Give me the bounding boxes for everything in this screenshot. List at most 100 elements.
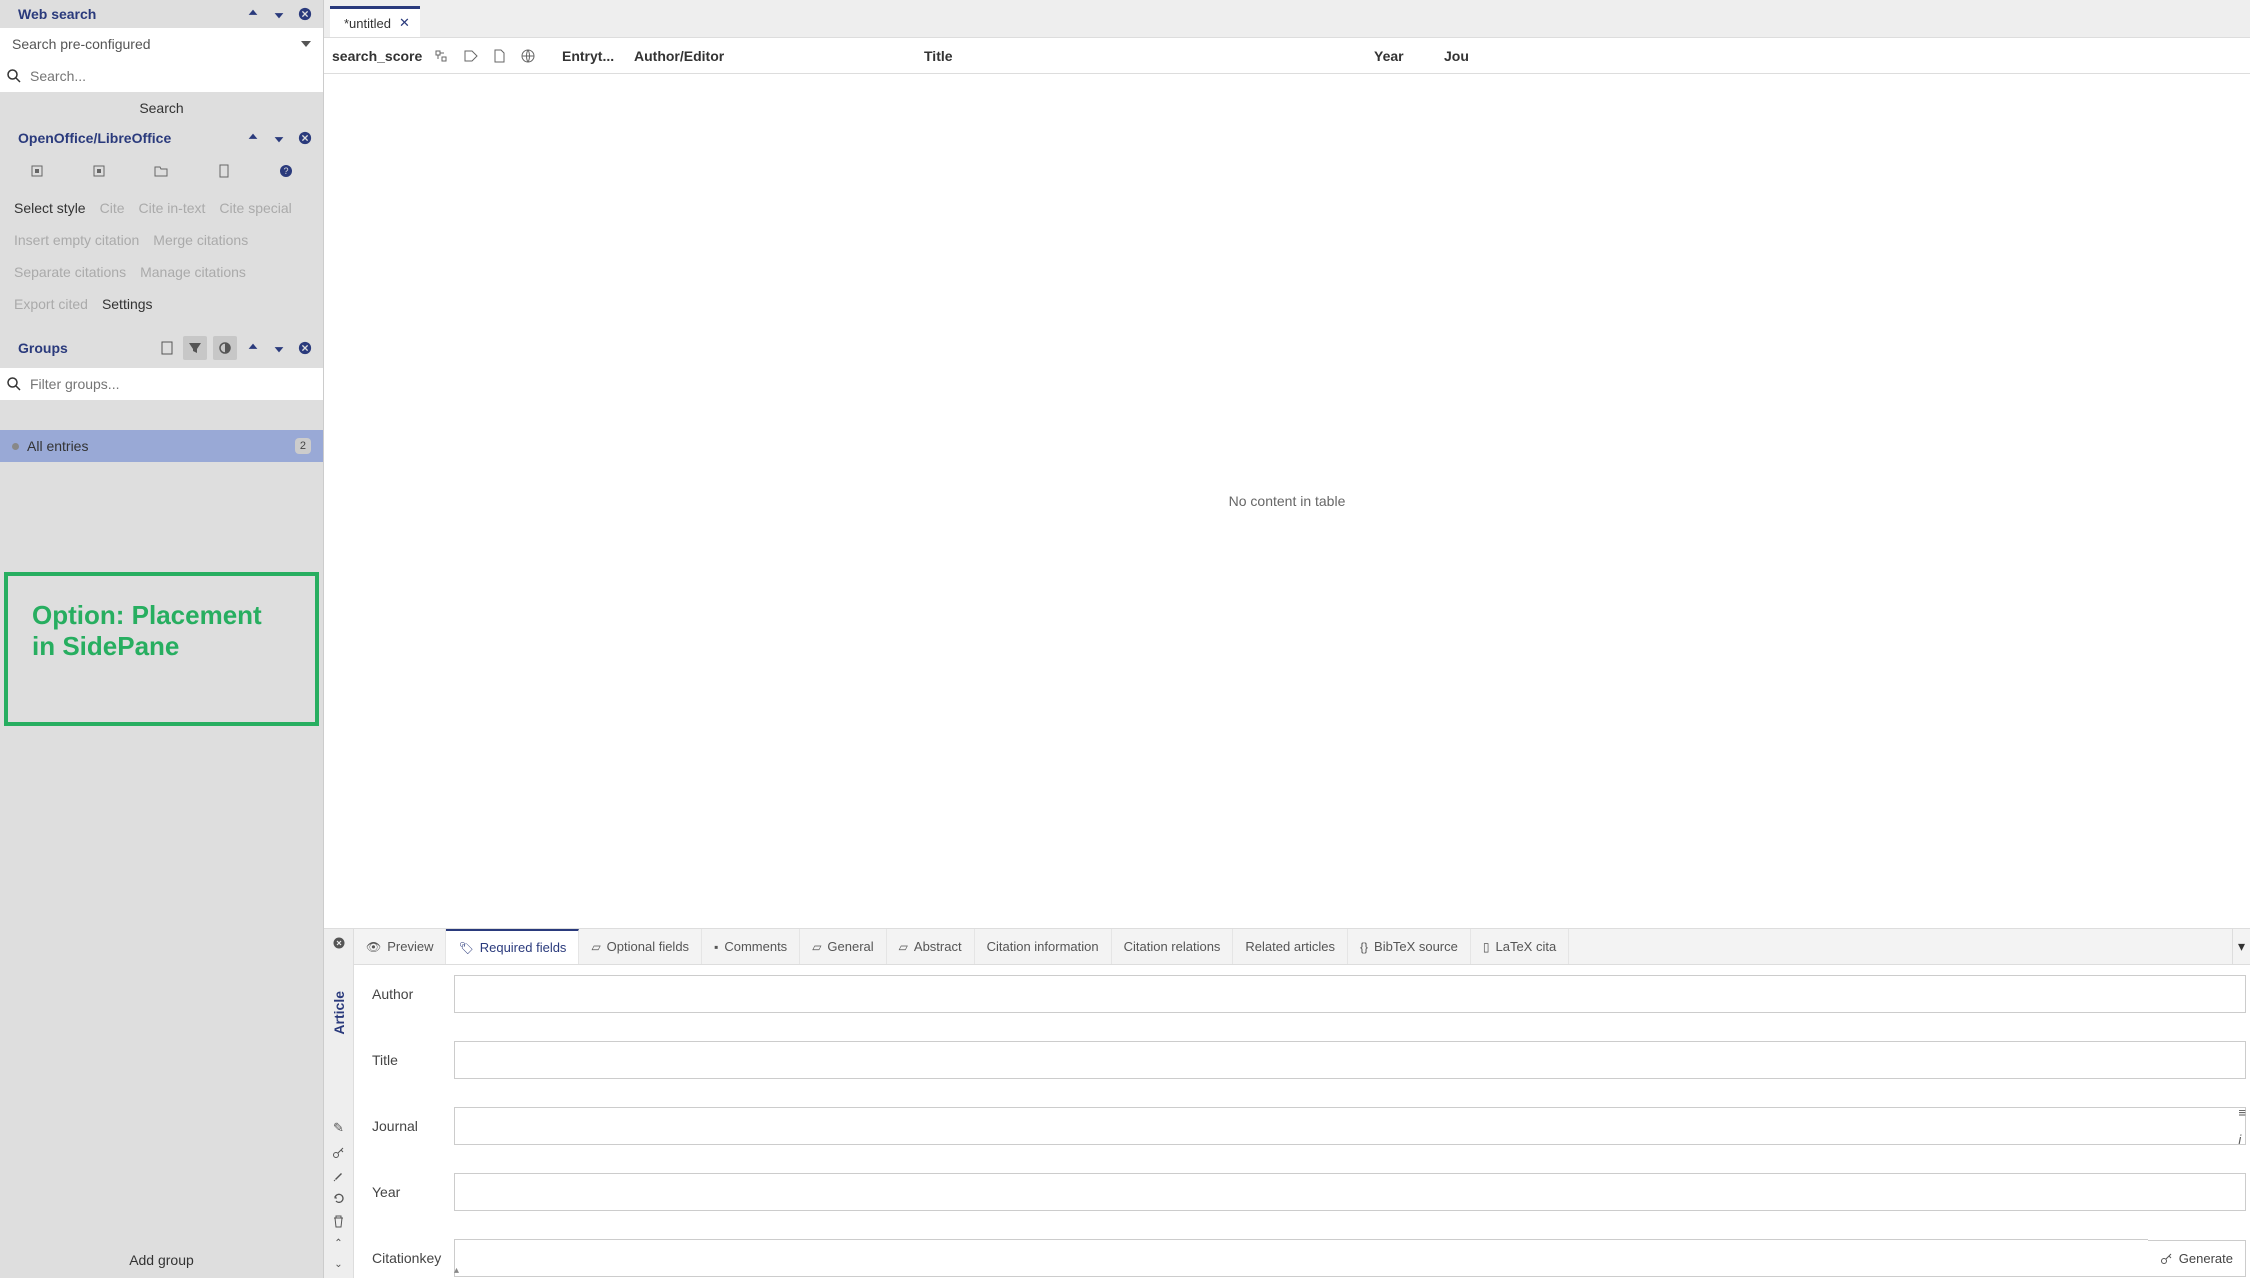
cite-link[interactable]: Cite (100, 192, 139, 224)
table-header: search_score Entryt... Author/Editor Tit… (324, 38, 2250, 74)
resize-handle-icon[interactable]: ▴ (454, 1265, 459, 1276)
close-tab-icon[interactable]: ✕ (399, 15, 410, 31)
author-label: Author (372, 986, 454, 1002)
group-all-entries[interactable]: All entries 2 (0, 430, 323, 462)
delete-icon[interactable] (333, 1215, 344, 1228)
col-title[interactable]: Title (916, 48, 1366, 64)
next-entry-icon[interactable]: ⌄ (334, 1259, 342, 1270)
journal-field[interactable] (454, 1107, 2246, 1145)
edit-icon[interactable]: ✎ (333, 1120, 344, 1136)
cite-special-link[interactable]: Cite special (219, 192, 305, 224)
groups-header: Groups (0, 330, 323, 366)
separate-citations-link[interactable]: Separate citations (14, 256, 140, 288)
close-icon[interactable] (297, 6, 313, 22)
tab-latex-citation[interactable]: ▯LaTeX cita (1471, 929, 1569, 964)
select-style-link[interactable]: Select style (14, 192, 100, 224)
move-down-icon[interactable] (269, 338, 289, 358)
tab-preview[interactable]: 👁Preview (354, 929, 446, 964)
col-entrytype[interactable]: Entryt... (554, 48, 626, 64)
cite-intext-link[interactable]: Cite in-text (139, 192, 220, 224)
year-field[interactable] (454, 1173, 2246, 1211)
websearch-search-button[interactable]: Search (0, 92, 323, 124)
generate-key-button[interactable]: Generate (2148, 1240, 2246, 1277)
record-icon (12, 443, 19, 450)
prev-entry-icon[interactable]: ⌃ (334, 1238, 342, 1249)
merge-citations-link[interactable]: Merge citations (153, 224, 262, 256)
groups-filter-input[interactable] (26, 372, 317, 396)
insert-empty-citation-link[interactable]: Insert empty citation (14, 224, 153, 256)
websearch-input[interactable] (26, 64, 317, 88)
field-journal-row: Journal (372, 1107, 2246, 1145)
new-group-icon[interactable] (157, 338, 177, 358)
title-label: Title (372, 1052, 454, 1068)
field-year-row: Year (372, 1173, 2246, 1211)
websearch-source-dropdown[interactable]: Search pre-configured (0, 28, 323, 60)
office-actions: Select style Cite Cite in-text Cite spec… (0, 186, 323, 330)
groups-controls (157, 336, 315, 360)
move-up-icon[interactable] (243, 338, 263, 358)
page-icon[interactable] (215, 162, 233, 180)
col-author[interactable]: Author/Editor (626, 48, 916, 64)
year-label: Year (372, 1184, 454, 1200)
table-body: No content in table (324, 74, 2250, 928)
toggle-abbrev-icon[interactable]: ≡ (2238, 1105, 2246, 1120)
code-icon: {} (1360, 940, 1368, 954)
move-up-icon[interactable] (245, 130, 261, 146)
filter-icon[interactable] (183, 336, 207, 360)
tab-required-fields[interactable]: 🏷Required fields (446, 929, 579, 964)
close-editor-icon[interactable] (333, 937, 345, 949)
svg-text:?: ? (283, 166, 288, 176)
add-group-button[interactable]: Add group (0, 1242, 323, 1278)
italic-icon[interactable]: i (2238, 1132, 2246, 1147)
close-icon[interactable] (295, 338, 315, 358)
office-title: OpenOffice/LibreOffice (18, 130, 171, 146)
export-cited-link[interactable]: Export cited (14, 288, 102, 320)
tab-comments[interactable]: ▪Comments (702, 929, 800, 964)
library-tab[interactable]: *untitled ✕ (330, 6, 420, 37)
tab-citation-relations[interactable]: Citation relations (1112, 929, 1234, 964)
refresh-icon[interactable] (332, 1192, 345, 1205)
col-search-score[interactable]: search_score (324, 48, 414, 64)
col-year[interactable]: Year (1366, 48, 1436, 64)
key-icon[interactable] (332, 1146, 345, 1159)
folder-icon[interactable] (152, 162, 170, 180)
fields-form: Author Title Journal Year Citationkey (354, 965, 2250, 1278)
move-up-icon[interactable] (245, 6, 261, 22)
doc-sync-icon[interactable] (90, 162, 108, 180)
office-toolbar: ? (0, 152, 323, 186)
cleanup-icon[interactable] (332, 1169, 345, 1182)
fields-icon: 🏷 (458, 941, 473, 955)
websearch-controls (245, 6, 313, 22)
tab-related-articles[interactable]: Related articles (1233, 929, 1348, 964)
move-down-icon[interactable] (271, 6, 287, 22)
citationkey-field[interactable] (454, 1239, 2148, 1277)
author-field[interactable] (454, 975, 2246, 1013)
tab-abstract[interactable]: ▱Abstract (887, 929, 975, 964)
linked-icon[interactable] (434, 49, 448, 63)
side-pane: Web search Search pre-configured Search … (0, 0, 324, 1278)
group-count-badge: 2 (295, 438, 311, 454)
entry-editor: Article ✎ ⌃ ⌄ 👁Preview 🏷Required fields … (324, 928, 2250, 1278)
col-journal[interactable]: Jou (1436, 48, 1496, 64)
field-citationkey-row: Citationkey Generate (372, 1239, 2246, 1277)
invert-icon[interactable] (213, 336, 237, 360)
tab-citation-info[interactable]: Citation information (975, 929, 1112, 964)
close-icon[interactable] (297, 130, 313, 146)
tab-overflow-icon[interactable]: ▾ (2232, 929, 2250, 964)
tab-general[interactable]: ▱General (800, 929, 886, 964)
doc-connect-icon[interactable] (28, 162, 46, 180)
editor-rail-actions: ✎ ⌃ ⌄ (332, 1120, 345, 1270)
title-field[interactable] (454, 1041, 2246, 1079)
move-down-icon[interactable] (271, 130, 287, 146)
tag-icon: ▱ (591, 940, 600, 954)
settings-link[interactable]: Settings (102, 288, 167, 320)
file-icon[interactable] (494, 49, 505, 63)
help-icon[interactable]: ? (277, 162, 295, 180)
tab-optional-fields[interactable]: ▱Optional fields (579, 929, 702, 964)
tab-bibtex-source[interactable]: {}BibTeX source (1348, 929, 1471, 964)
manage-citations-link[interactable]: Manage citations (140, 256, 260, 288)
entry-type-label[interactable]: Article (331, 991, 347, 1035)
web-icon[interactable] (521, 49, 535, 63)
library-tab-bar: *untitled ✕ (324, 0, 2250, 38)
tag-icon[interactable] (464, 50, 478, 62)
